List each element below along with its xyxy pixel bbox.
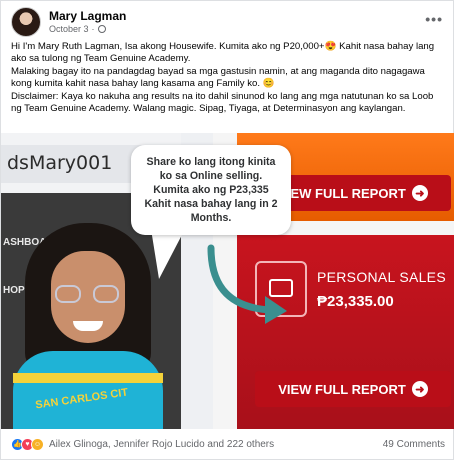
globe-icon	[97, 25, 106, 33]
username-text: dsMary001	[7, 152, 113, 174]
author-name[interactable]: Mary Lagman	[49, 9, 126, 23]
comments-count[interactable]: 49 Comments	[383, 439, 445, 450]
more-options-icon[interactable]: •••	[425, 11, 443, 27]
shirt	[13, 351, 163, 429]
arrow-right-icon: ➜	[411, 185, 428, 201]
personal-sales-value: ₱23,335.00	[317, 293, 394, 310]
post-footer: 👍 ♥ ☺ Ailex Glinoga, Jennifer Rojo Lucid…	[11, 435, 445, 453]
post-text: Hi I'm Mary Ruth Lagman, Isa akong House…	[11, 41, 445, 117]
speech-bubble: Share ko lang itong kinita ko sa Online …	[131, 145, 291, 235]
arrow-right-icon: ➜	[411, 381, 428, 397]
view-report-button: VIEW FULL REPORT ➜	[255, 371, 451, 407]
post-header: Mary Lagman October 3 · •••	[11, 7, 445, 37]
post-meta: October 3 ·	[49, 24, 106, 34]
facebook-post: Mary Lagman October 3 · ••• Hi I'm Mary …	[0, 0, 454, 460]
post-paragraph: Hi I'm Mary Ruth Lagman, Isa akong House…	[11, 41, 435, 64]
author-avatar[interactable]	[11, 7, 41, 37]
post-image[interactable]: dsMary001 ASHBOA HOP N VIEW FULL REPORT …	[1, 133, 454, 429]
curved-arrow-icon	[207, 244, 287, 324]
speech-bubble-tail	[151, 229, 185, 279]
glasses-icon	[55, 285, 81, 303]
care-reaction-icon[interactable]: ☺	[31, 437, 44, 451]
personal-sales-label: PERSONAL SALES	[317, 269, 446, 285]
post-paragraph: Malaking bagay ito na pandagdag bayad sa…	[11, 66, 425, 89]
reaction-names[interactable]: Ailex Glinoga, Jennifer Rojo Lucido and …	[49, 439, 274, 450]
speech-bubble-text: Share ko lang itong kinita ko sa Online …	[144, 156, 278, 224]
post-paragraph: Disclaimer: Kaya ko nakuha ang results n…	[11, 91, 434, 114]
post-date[interactable]: October 3	[49, 24, 89, 34]
person-photo: SAN CARLOS CIT	[13, 223, 163, 429]
